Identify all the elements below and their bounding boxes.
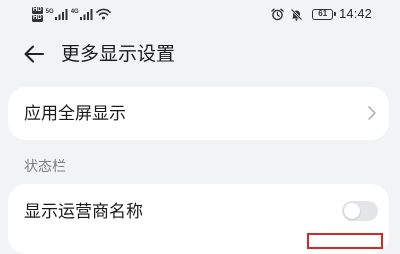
page-header: 更多显示设置 bbox=[0, 34, 400, 74]
battery-icon: 61 bbox=[312, 8, 336, 20]
back-button[interactable] bbox=[18, 40, 50, 68]
sim1-network-label: 5G bbox=[45, 8, 54, 15]
status-bar-right: 61 14:42 bbox=[271, 4, 372, 24]
hd-badges: HD HD bbox=[32, 6, 43, 22]
page-title: 更多显示设置 bbox=[61, 43, 176, 65]
fullscreen-apps-item[interactable]: 应用全屏显示 bbox=[8, 87, 389, 140]
highlight-annotation-box bbox=[307, 233, 383, 249]
chevron-right-icon bbox=[368, 106, 376, 120]
section-title-status-bar: 状态栏 bbox=[24, 159, 66, 175]
sim1-signal: 5G bbox=[45, 8, 68, 20]
arrow-left-icon bbox=[24, 45, 44, 63]
show-carrier-name-toggle[interactable] bbox=[342, 201, 378, 221]
show-carrier-name-label: 显示运营商名称 bbox=[24, 202, 143, 222]
sim2-signal: 4G bbox=[70, 8, 93, 20]
sim2-network-label: 4G bbox=[70, 8, 79, 15]
alarm-clock-icon bbox=[271, 7, 284, 20]
signal-bars-icon bbox=[79, 8, 93, 20]
fullscreen-apps-label: 应用全屏显示 bbox=[24, 104, 126, 124]
signal-bars-icon bbox=[54, 8, 68, 20]
status-bar: HD HD 5G 4G 61 14:42 bbox=[0, 0, 400, 28]
toggle-knob bbox=[344, 203, 360, 219]
clock: 14:42 bbox=[339, 7, 372, 21]
status-bar-left: HD HD 5G 4G bbox=[32, 4, 111, 24]
sim1-hd-badge: HD bbox=[32, 6, 43, 14]
battery-level: 61 bbox=[318, 9, 328, 18]
sim2-hd-badge: HD bbox=[32, 14, 43, 22]
mute-bell-icon bbox=[290, 8, 303, 21]
wifi-icon bbox=[95, 8, 111, 20]
